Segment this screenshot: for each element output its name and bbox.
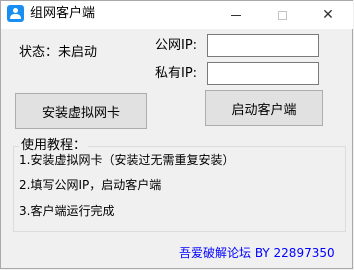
status-label: 状态：未启动 xyxy=(19,45,98,60)
maximize-icon xyxy=(277,10,287,20)
app-user-icon xyxy=(7,5,24,22)
start-client-button[interactable]: 启动客户端 xyxy=(205,90,323,126)
window-title: 组网客户端 xyxy=(30,6,96,21)
app-window: 组网客户端 ✕ 状态：未启动 公网IP: 私有IP: 安装虚拟网卡 启动客户端 … xyxy=(0,0,353,269)
minimize-button[interactable] xyxy=(213,1,259,29)
title-bar[interactable]: 组网客户端 ✕ xyxy=(1,1,353,29)
private-ip-label: 私有IP: xyxy=(155,66,198,81)
tutorial-step-1: 1.安装虚拟网卡（安装过无需重复安装） xyxy=(19,153,235,167)
maximize-button[interactable] xyxy=(259,1,305,29)
footer-credit-link[interactable]: 吾爱破解论坛 BY 22897350 xyxy=(179,246,335,261)
install-virtual-nic-button[interactable]: 安装虚拟网卡 xyxy=(15,93,147,129)
minimize-icon xyxy=(231,14,241,16)
public-ip-label: 公网IP: xyxy=(155,38,198,53)
tutorial-step-3: 3.客户端运行完成 xyxy=(19,204,115,218)
public-ip-input[interactable] xyxy=(207,34,319,57)
private-ip-input[interactable] xyxy=(207,62,319,85)
close-icon: ✕ xyxy=(322,7,334,23)
tutorial-step-2: 2.填写公网IP，启动客户端 xyxy=(19,178,162,192)
close-button[interactable]: ✕ xyxy=(305,1,351,29)
tutorial-title: 使用教程： xyxy=(19,138,89,154)
